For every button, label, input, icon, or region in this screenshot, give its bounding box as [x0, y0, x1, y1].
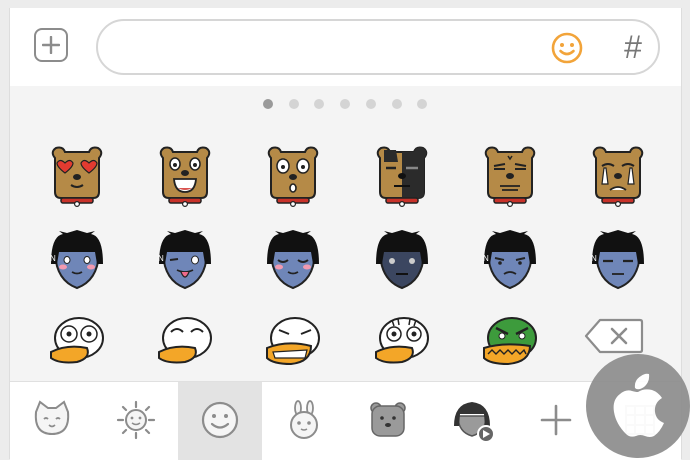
- emoticon-tube-shocked[interactable]: [47, 314, 107, 378]
- page-dot-1[interactable]: [263, 99, 273, 109]
- emoticon-tube-smiling[interactable]: [155, 314, 215, 378]
- tab-video[interactable]: [430, 382, 514, 460]
- page-dot-5[interactable]: [365, 99, 376, 109]
- bear-tab-icon: [370, 402, 406, 437]
- svg-text:N: N: [50, 254, 56, 263]
- smiley-tab-icon: [201, 401, 239, 439]
- emoticon-tube-angry-green[interactable]: [480, 314, 540, 378]
- emoticon-tube-grinning[interactable]: [263, 314, 323, 378]
- emoticon-frodo-surprised[interactable]: [263, 144, 323, 208]
- cat-tab-icon: [34, 400, 70, 436]
- hashtag-button[interactable]: #: [618, 25, 648, 69]
- add-attachment-button[interactable]: [34, 28, 68, 62]
- tab-smiley[interactable]: [178, 382, 262, 460]
- rabbit-tab-icon: [290, 400, 318, 439]
- message-input[interactable]: #: [96, 19, 660, 75]
- svg-text:N: N: [483, 254, 489, 263]
- backspace-button[interactable]: [584, 318, 644, 354]
- emoticon-panel: [10, 86, 681, 381]
- emoticon-neo-blushing[interactable]: N: [47, 230, 107, 294]
- tab-cat[interactable]: [10, 382, 94, 460]
- emoticon-neo-shadowed[interactable]: [372, 230, 432, 294]
- smiley-icon: [551, 32, 583, 64]
- emoticon-neo-irritated[interactable]: N: [480, 230, 540, 294]
- sun-tab-icon: [116, 400, 156, 440]
- emoticon-frodo-annoyed[interactable]: [480, 144, 540, 208]
- page-dot-6[interactable]: [391, 99, 402, 109]
- emoticon-neo-tongue-wink[interactable]: N: [155, 230, 215, 294]
- emoticon-frodo-heart-eyes[interactable]: [47, 144, 107, 208]
- tab-sun[interactable]: [94, 382, 178, 460]
- emoticon-frodo-laughing[interactable]: [155, 144, 215, 208]
- emoticon-frodo-shadowed[interactable]: [372, 144, 432, 208]
- tab-rabbit[interactable]: [262, 382, 346, 460]
- emoticon-category-tabs: [10, 381, 681, 460]
- emoticon-keyboard: # N N N N: [9, 8, 682, 460]
- emoticon-neo-sulky[interactable]: N: [588, 230, 648, 294]
- apple-logo-watermark: [586, 354, 690, 458]
- tab-add-emoticons[interactable]: [514, 382, 598, 460]
- backspace-icon: [584, 318, 644, 354]
- svg-text:N: N: [158, 254, 164, 263]
- emoticon-tube-dazed[interactable]: [372, 314, 432, 378]
- plus-square-icon: [42, 36, 60, 54]
- emoticon-button[interactable]: [550, 31, 584, 65]
- apple-logo-icon: [613, 373, 664, 437]
- video-tab-icon: [454, 402, 495, 443]
- emoticon-frodo-crying[interactable]: [588, 144, 648, 208]
- svg-text:N: N: [591, 254, 597, 263]
- emoticon-neo-content[interactable]: [263, 230, 323, 294]
- input-toolbar: #: [10, 8, 681, 86]
- page-dot-2[interactable]: [288, 99, 299, 109]
- tab-bear[interactable]: [346, 382, 430, 460]
- add-tab-icon: [540, 404, 572, 436]
